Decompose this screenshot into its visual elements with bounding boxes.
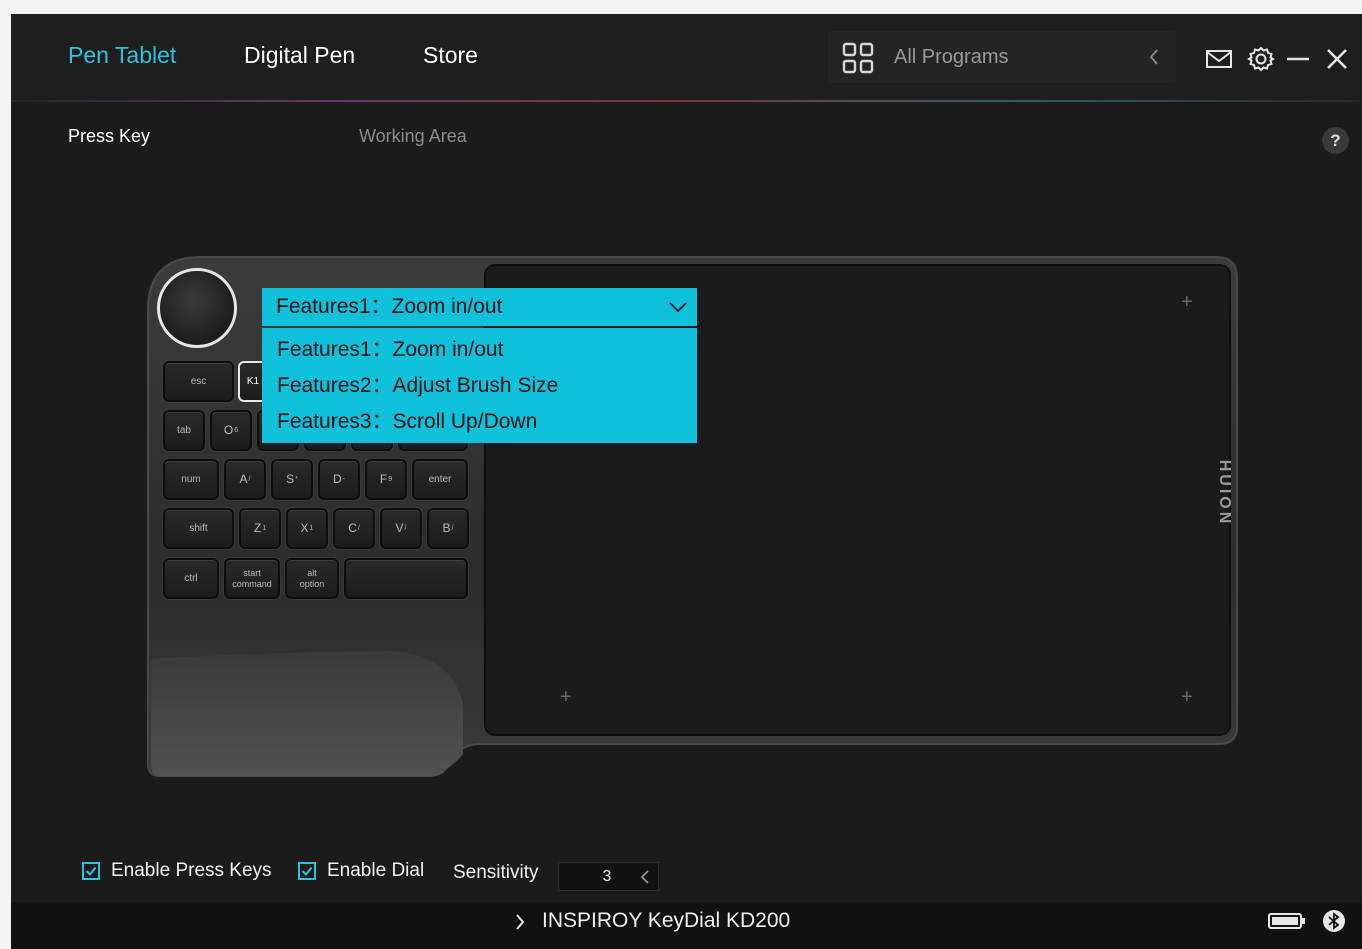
feature-option-brush-size[interactable]: Features2：Adjust Brush Size bbox=[262, 368, 697, 404]
key-num[interactable]: num bbox=[163, 459, 219, 500]
chevron-left-icon[interactable] bbox=[1148, 47, 1160, 67]
key-f[interactable]: F9 bbox=[365, 459, 407, 500]
status-bar: INSPIROY KeyDial KD200 bbox=[11, 902, 1362, 949]
accent-line bbox=[11, 100, 1362, 102]
key-x-label: X bbox=[300, 521, 309, 535]
key-d[interactable]: D- bbox=[318, 459, 360, 500]
key-x[interactable]: X1 bbox=[286, 508, 328, 549]
check-icon bbox=[85, 866, 97, 877]
key-a-label: A bbox=[239, 472, 248, 486]
bluetooth-icon bbox=[1323, 910, 1345, 932]
key-tab[interactable]: tab bbox=[163, 410, 205, 451]
sensitivity-label: Sensitivity bbox=[453, 862, 539, 883]
enable-press-keys-label: Enable Press Keys bbox=[111, 860, 272, 881]
enable-dial-label: Enable Dial bbox=[327, 860, 425, 881]
dial-wheel[interactable] bbox=[157, 268, 237, 348]
sensitivity-value: 3 bbox=[602, 868, 612, 885]
app-window: Pen Tablet Digital Pen Store All Program… bbox=[11, 14, 1362, 949]
battery-icon bbox=[1268, 913, 1305, 929]
key-s-label: S bbox=[286, 472, 295, 486]
key-shift[interactable]: shift bbox=[163, 508, 234, 549]
program-selector[interactable]: All Programs bbox=[828, 31, 1176, 83]
subtab-working-area[interactable]: Working Area bbox=[359, 126, 467, 147]
sensitivity-selector[interactable]: 3 bbox=[558, 862, 659, 891]
key-z[interactable]: Z1 bbox=[239, 508, 281, 549]
corner-mark-bottom-right: + bbox=[1181, 686, 1193, 708]
subtab-press-key[interactable]: Press Key bbox=[68, 126, 150, 147]
chevron-down-icon[interactable] bbox=[669, 301, 687, 313]
apps-grid-icon bbox=[842, 42, 874, 74]
key-a[interactable]: A / bbox=[224, 459, 266, 500]
brand-logo: HUION bbox=[1216, 459, 1233, 527]
close-icon[interactable] bbox=[1322, 44, 1352, 74]
corner-mark-top-right: + bbox=[1181, 291, 1193, 313]
key-b-label: B bbox=[442, 521, 451, 535]
chevron-right-icon[interactable] bbox=[514, 913, 526, 931]
key-esc[interactable]: esc bbox=[163, 361, 234, 402]
feature-dropdown-selected[interactable]: Features1：Zoom in/out bbox=[262, 288, 697, 326]
device-illustration: esc K1 tab O6 num A / S * D- F9 enter shif… bbox=[11, 14, 1362, 949]
tab-digital-pen[interactable]: Digital Pen bbox=[244, 42, 355, 69]
enable-dial-checkbox[interactable] bbox=[298, 862, 316, 880]
program-selector-label: All Programs bbox=[894, 46, 1009, 68]
key-ctrl[interactable]: ctrl bbox=[163, 558, 219, 599]
key-f-label: F bbox=[379, 472, 388, 486]
key-space[interactable] bbox=[344, 558, 468, 599]
key-s[interactable]: S * bbox=[271, 459, 313, 500]
help-icon[interactable]: ? bbox=[1322, 127, 1349, 154]
key-o[interactable]: O6 bbox=[210, 410, 252, 451]
check-icon bbox=[301, 866, 313, 877]
key-z-label: Z bbox=[253, 521, 262, 535]
enable-press-keys-checkbox[interactable] bbox=[82, 862, 100, 880]
mail-icon[interactable] bbox=[1204, 44, 1234, 74]
key-alt-option[interactable]: alt option bbox=[285, 558, 339, 599]
tab-store[interactable]: Store bbox=[423, 42, 478, 69]
key-c[interactable]: C / bbox=[333, 508, 375, 549]
minimize-icon[interactable] bbox=[1283, 44, 1313, 74]
feature-option-scroll[interactable]: Features3：Scroll Up/Down bbox=[262, 404, 697, 440]
key-b[interactable]: B / bbox=[427, 508, 469, 549]
title-bar: Pen Tablet Digital Pen Store All Program… bbox=[11, 14, 1362, 102]
corner-mark-bottom-left: + bbox=[560, 686, 572, 708]
device-name[interactable]: INSPIROY KeyDial KD200 bbox=[542, 909, 790, 933]
key-v-label: V bbox=[395, 521, 404, 535]
tab-pen-tablet[interactable]: Pen Tablet bbox=[68, 42, 176, 69]
key-start-command[interactable]: start command bbox=[224, 558, 280, 599]
key-enter[interactable]: enter bbox=[412, 459, 468, 500]
feature-dropdown[interactable]: Features1：Zoom in/out Features1：Zoom in/… bbox=[262, 288, 697, 443]
gear-icon[interactable] bbox=[1246, 44, 1276, 74]
key-d-label: D bbox=[332, 472, 342, 486]
chevron-left-icon[interactable] bbox=[640, 870, 650, 884]
feature-option-zoom[interactable]: Features1：Zoom in/out bbox=[262, 332, 697, 368]
feature-dropdown-value: Features1：Zoom in/out bbox=[276, 295, 503, 318]
key-o-label: O bbox=[223, 423, 234, 437]
feature-option-list: Features1：Zoom in/out Features2：Adjust B… bbox=[262, 328, 697, 443]
key-v[interactable]: V / bbox=[380, 508, 422, 549]
key-c-label: C bbox=[348, 521, 357, 535]
